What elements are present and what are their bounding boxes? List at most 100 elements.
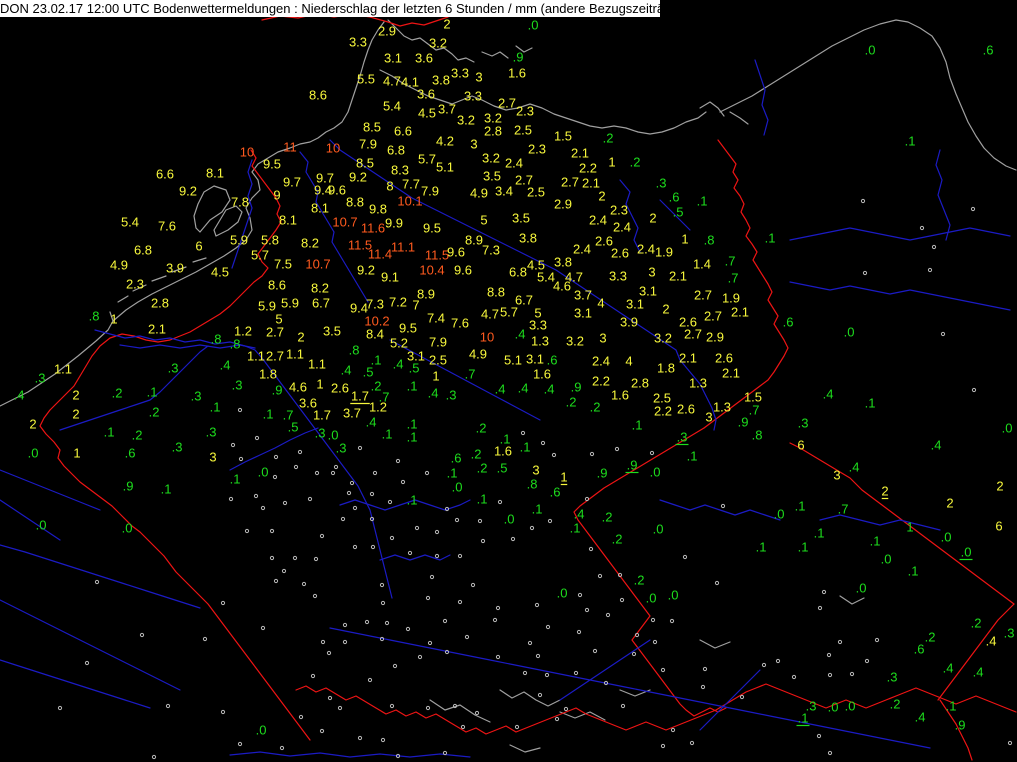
station-value: 1.3 (713, 400, 731, 415)
station-value: 2 (29, 417, 36, 432)
station-value: .1 (814, 526, 825, 541)
station-value: .1 (905, 134, 916, 149)
station-value: .5 (409, 361, 420, 376)
station-value: 2.3 (610, 203, 628, 218)
station-value: .4 (544, 382, 555, 397)
station-value: .7 (749, 403, 760, 418)
station-value: 1 (73, 446, 80, 461)
station-value: .0 (1002, 421, 1013, 436)
station-value: .0 (844, 325, 855, 340)
station-value: 2.8 (151, 296, 169, 311)
station-value: 2 (649, 211, 656, 226)
station-value: 5.1 (504, 353, 522, 368)
station-value: .5 (673, 205, 684, 220)
station-value: .0 (452, 480, 463, 495)
station-value: 1 (432, 369, 439, 384)
station-value: 3.2 (429, 36, 447, 51)
station-value: 8.8 (487, 285, 505, 300)
station-value: .1 (798, 711, 809, 726)
station-value: .3 (446, 388, 457, 403)
station-value: .9 (513, 50, 524, 65)
station-value: 2 (662, 302, 669, 317)
station-value: 1 (110, 312, 117, 327)
station-value: .0 (961, 545, 972, 560)
station-value: 2.3 (126, 277, 144, 292)
station-value: .0 (528, 18, 539, 33)
station-value: 3.4 (495, 184, 513, 199)
station-value: 5.4 (121, 215, 139, 230)
station-value: 2 (996, 479, 1003, 494)
station-value: .4 (515, 327, 526, 342)
station-value: .1 (687, 449, 698, 464)
station-value: 3.5 (483, 169, 501, 184)
station-value: 6 (995, 519, 1002, 534)
station-value: .4 (915, 710, 926, 725)
station-value: .8 (752, 428, 763, 443)
station-value: .1 (632, 418, 643, 433)
station-value: 3.9 (620, 315, 638, 330)
station-value: 4.7 (383, 74, 401, 89)
station-value: .9 (597, 466, 608, 481)
station-value: 4.2 (436, 134, 454, 149)
station-value: .3 (336, 441, 347, 456)
station-value: .4 (518, 381, 529, 396)
station-value: 9.5 (423, 221, 441, 236)
station-value: 3.2 (457, 113, 475, 128)
station-value: .4 (986, 634, 997, 649)
station-value: .5 (363, 365, 374, 380)
station-value: 2 (946, 496, 953, 511)
station-value: .4 (574, 507, 585, 522)
station-value: .1 (908, 564, 919, 579)
station-value: 5.4 (383, 99, 401, 114)
station-value: 8.9 (465, 233, 483, 248)
station-value: .2 (971, 616, 982, 631)
station-value: 10.7 (332, 215, 357, 230)
station-value: 3.9 (166, 261, 184, 276)
station-value: 9.1 (381, 270, 399, 285)
station-value: .8 (349, 343, 360, 358)
station-value: .3 (168, 361, 179, 376)
station-value: 7.8 (231, 195, 249, 210)
station-value: .1 (765, 231, 776, 246)
station-value: 3.5 (323, 324, 341, 339)
station-value: 11.6 (361, 221, 385, 236)
station-value: .1 (756, 540, 767, 555)
station-value: 2.3 (516, 104, 534, 119)
station-value: 2.3 (528, 142, 546, 157)
station-value: 1.1 (54, 362, 72, 377)
station-value: .0 (856, 581, 867, 596)
station-value: .4 (495, 382, 506, 397)
station-value: 1.8 (259, 367, 277, 382)
station-value: 2.1 (679, 351, 697, 366)
station-value: 1.5 (554, 129, 572, 144)
station-value: .2 (132, 428, 143, 443)
station-value: 5.9 (230, 233, 248, 248)
station-value: .4 (428, 386, 439, 401)
station-value: 9.5 (263, 157, 281, 172)
station-value: .1 (447, 466, 458, 481)
station-value: 11.1 (391, 240, 415, 255)
station-value: 1 (560, 470, 567, 485)
station-value: 2.5 (527, 185, 545, 200)
station-value: 9.2 (349, 170, 367, 185)
station-value: .0 (646, 591, 657, 606)
station-value: .3 (232, 378, 243, 393)
station-value: 4.6 (289, 380, 307, 395)
station-value: .3 (677, 430, 688, 445)
map-canvas: 2.02.93.3 3.2.0.6.93.1 3.63.3 1.635.5 4.7 4.1… (0, 0, 1017, 762)
station-value: 1.6 (533, 367, 551, 382)
station-value: .2 (149, 405, 160, 420)
station-value: 3.8 (519, 231, 537, 246)
station-value: .1 (104, 425, 115, 440)
station-value: .1 (697, 194, 708, 209)
station-value: 5.8 (261, 233, 279, 248)
station-value: 2.1 (722, 366, 740, 381)
station-value: .0 (881, 552, 892, 567)
station-value: 1.6 (611, 388, 629, 403)
station-value: 10.7 (305, 257, 330, 272)
station-value: .9 (955, 718, 966, 733)
station-value: .4 (393, 357, 404, 372)
station-value: .9 (272, 383, 283, 398)
station-value: .3 (35, 371, 46, 386)
station-value: .1 (407, 493, 418, 508)
